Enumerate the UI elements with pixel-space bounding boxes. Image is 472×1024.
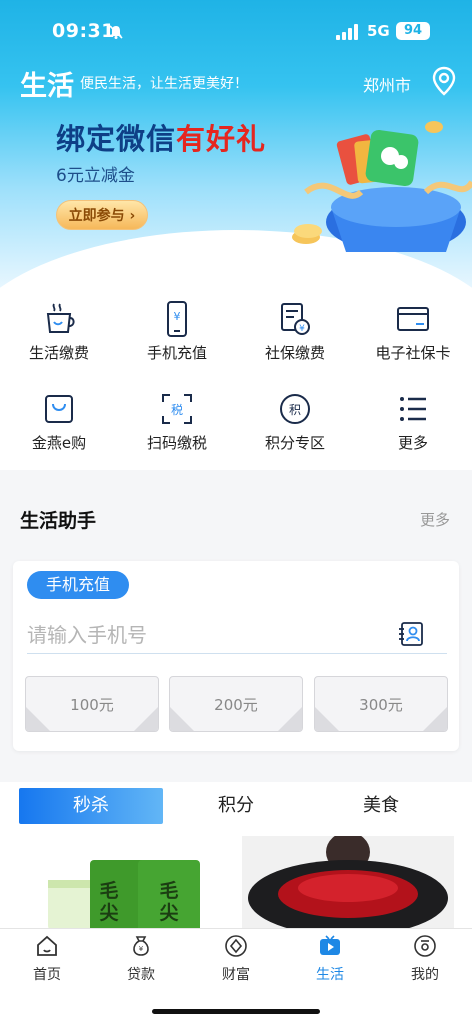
nav-mine[interactable]: 我的 [378, 934, 472, 990]
points-icon: 积 [280, 394, 310, 424]
service-label: 金燕e购 [31, 434, 87, 452]
promo-title[interactable]: 绑定微信有好礼 [56, 116, 266, 158]
service-jinyan-eshop[interactable]: 金燕e购 [0, 386, 118, 466]
svg-text:积: 积 [289, 403, 301, 417]
service-phone-recharge[interactable]: ¥ 手机充值 [118, 296, 236, 376]
svg-text:¥: ¥ [139, 945, 144, 953]
money-bag-icon: ¥ [133, 936, 149, 956]
signal-icon [336, 24, 358, 40]
tea-product-image [18, 832, 232, 930]
product-card-tea[interactable]: 毛尖 毛尖 [18, 832, 232, 930]
phone-recharge-icon: ¥ [167, 301, 187, 337]
page-slogan: 便民生活，让生活更美好！ [80, 76, 248, 92]
location-pin-icon[interactable] [430, 66, 458, 96]
amount-option-300[interactable]: 300元 [314, 676, 448, 732]
status-bar: 09:31 5G 94 [0, 0, 472, 64]
gift-box-illustration [292, 121, 472, 252]
coffee-cup-icon [46, 303, 75, 333]
nav-wealth[interactable]: 财富 [189, 934, 283, 990]
tab-food[interactable]: 美食 [309, 788, 453, 824]
shopping-bag-icon [45, 395, 73, 423]
tea-package-text-1: 毛尖 [99, 880, 119, 924]
join-now-button[interactable]: 立即参与 › [56, 200, 148, 230]
tea-package-text-2: 毛尖 [159, 880, 179, 924]
service-social-security[interactable]: ¥ 社保缴费 [236, 296, 354, 376]
profile-icon [414, 935, 436, 957]
amount-option-100[interactable]: 100元 [25, 676, 159, 732]
service-label: 生活缴费 [28, 344, 89, 362]
svg-text:¥: ¥ [299, 324, 305, 334]
social-security-icon: ¥ [281, 303, 310, 335]
city-selector[interactable]: 郑州市 [363, 72, 411, 96]
nav-label: 财富 [222, 967, 250, 983]
service-label: 手机充值 [146, 344, 207, 362]
nav-home[interactable]: 首页 [0, 934, 94, 990]
service-life-payment[interactable]: 生活缴费 [0, 296, 118, 376]
mute-bell-icon [109, 25, 123, 39]
nav-label: 生活 [316, 967, 344, 983]
wealth-icon [225, 935, 247, 957]
service-label: 社保缴费 [264, 344, 325, 362]
title-bar: 生活 便民生活，让生活更美好！ 郑州市 [0, 62, 472, 102]
service-label: 电子社保卡 [375, 344, 451, 362]
home-indicator [152, 1009, 320, 1014]
tab-flash-sale[interactable]: 秒杀 [19, 788, 163, 824]
assistant-more-link[interactable]: 更多 [420, 509, 450, 530]
assistant-title: 生活助手 [20, 510, 97, 532]
service-label: 扫码缴税 [146, 434, 207, 452]
service-points[interactable]: 积 积分专区 [236, 386, 354, 466]
promo-title-part1: 绑定微信 [56, 122, 177, 156]
recharge-tag: 手机充值 [27, 571, 129, 599]
promo-title-part2: 有好礼 [176, 122, 267, 156]
promo-subtitle: 6元立减金 [56, 166, 135, 186]
status-time: 09:31 [52, 20, 115, 42]
amount-option-200[interactable]: 200元 [169, 676, 303, 732]
nav-loan[interactable]: ¥ 贷款 [94, 934, 188, 990]
home-icon [37, 935, 57, 956]
menu-list-icon [400, 397, 426, 421]
service-more[interactable]: 更多 [354, 386, 472, 466]
nav-label: 贷款 [127, 967, 155, 983]
amount-label: 200元 [214, 696, 258, 714]
tv-play-icon [320, 935, 340, 955]
service-label: 更多 [397, 434, 428, 452]
join-now-label: 立即参与 [68, 208, 125, 224]
svg-text:¥: ¥ [174, 310, 181, 323]
scan-tax-icon: 税 [162, 394, 192, 424]
phone-number-input[interactable] [27, 616, 447, 654]
roses-product-image [242, 836, 454, 930]
amount-label: 300元 [359, 696, 403, 714]
service-scan-tax[interactable]: 税 扫码缴税 [118, 386, 236, 466]
battery-indicator: 94 [396, 22, 430, 40]
contact-book-icon[interactable] [398, 621, 424, 647]
tab-points[interactable]: 积分 [164, 788, 308, 824]
network-type: 5G [367, 22, 390, 40]
service-e-social-card[interactable]: 电子社保卡 [354, 296, 472, 376]
product-card-roses[interactable] [242, 836, 454, 930]
nav-label: 我的 [411, 967, 439, 983]
svg-text:税: 税 [171, 403, 183, 417]
nav-life[interactable]: 生活 [283, 934, 377, 990]
page-title: 生活 [20, 71, 74, 102]
nav-label: 首页 [33, 967, 61, 983]
card-icon [397, 307, 429, 331]
service-label: 积分专区 [264, 434, 325, 452]
amount-label: 100元 [70, 696, 114, 714]
